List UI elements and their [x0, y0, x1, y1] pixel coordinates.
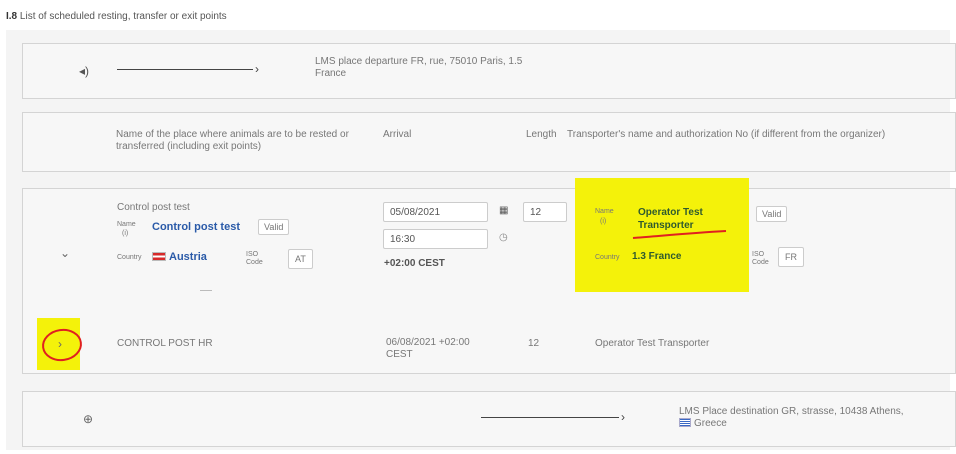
destination-place: LMS Place destination GR, strasse, 10438…: [679, 406, 904, 429]
target-icon: ⊕: [83, 412, 94, 426]
section-title: I.8 List of scheduled resting, transfer …: [6, 11, 227, 22]
departure-arrow-line: [117, 69, 253, 70]
collapsed-row-length: 12: [528, 338, 540, 349]
country-label: Country: [117, 254, 142, 261]
section-number: I.8: [6, 11, 18, 22]
arrival-time-input[interactable]: 16:30: [383, 229, 488, 249]
transporter-status-badge: Valid: [756, 206, 788, 222]
collapsed-row-place: CONTROL POST HR: [117, 338, 213, 349]
departure-place: LMS place departure FR, rue, 75010 Paris…: [315, 56, 523, 79]
transporter-info-icon[interactable]: (i): [600, 218, 606, 225]
chevron-right-icon[interactable]: ›: [58, 337, 62, 351]
arrival-date-input[interactable]: 05/08/2021: [383, 202, 488, 222]
timezone-label: +02:00 CEST: [384, 258, 445, 269]
clock-icon[interactable]: ◷: [499, 232, 508, 243]
collapsed-row-arrival: 06/08/2021 +02:00 CEST: [386, 337, 470, 360]
country-value[interactable]: Austria: [152, 251, 207, 263]
destination-arrow-line: [481, 417, 619, 418]
header-length: Length: [526, 129, 557, 140]
section-title-text: List of scheduled resting, transfer or e…: [19, 11, 227, 22]
red-underline-annotation: [632, 230, 727, 239]
header-arrival: Arrival: [383, 129, 412, 140]
expanded-row-title: Control post test: [117, 202, 190, 213]
transporter-name-label: Name: [595, 208, 614, 215]
transporter-country-label: Country: [595, 254, 620, 261]
greece-flag-icon: [679, 418, 691, 427]
iso-code-badge: AT: [288, 249, 313, 269]
destination-arrow-head: ›: [621, 410, 625, 424]
header-place: Name of the place where animals are to b…: [116, 129, 349, 152]
name-status-badge: Valid: [258, 219, 290, 235]
departure-card: ◂) › LMS place departure FR, rue, 75010 …: [22, 43, 956, 99]
chevron-down-icon[interactable]: ⌄: [60, 246, 70, 260]
divider: [200, 290, 212, 291]
length-input[interactable]: 12: [523, 202, 567, 222]
truck-departure-icon: ◂): [79, 64, 90, 78]
name-label: Name: [117, 221, 136, 228]
austria-flag-icon: [152, 252, 166, 261]
transporter-country[interactable]: 1.3 France: [632, 251, 681, 262]
calendar-icon[interactable]: ▦: [499, 205, 508, 216]
info-icon[interactable]: (i): [122, 230, 128, 237]
transporter-iso-badge: FR: [778, 247, 804, 267]
header-transporter: Transporter's name and authorization No …: [567, 129, 886, 140]
table-header-row: Name of the place where animals are to b…: [22, 112, 956, 172]
iso-label: ISO Code: [246, 251, 263, 266]
red-circle-annotation: [42, 328, 82, 362]
destination-card: ⊕ › LMS Place destination GR, strasse, 1…: [22, 391, 956, 447]
control-post-name[interactable]: Control post test: [152, 221, 240, 233]
transporter-iso-label: ISO Code: [752, 251, 769, 266]
departure-arrow-head: ›: [255, 62, 259, 76]
collapsed-row-transporter: Operator Test Transporter: [595, 338, 710, 349]
